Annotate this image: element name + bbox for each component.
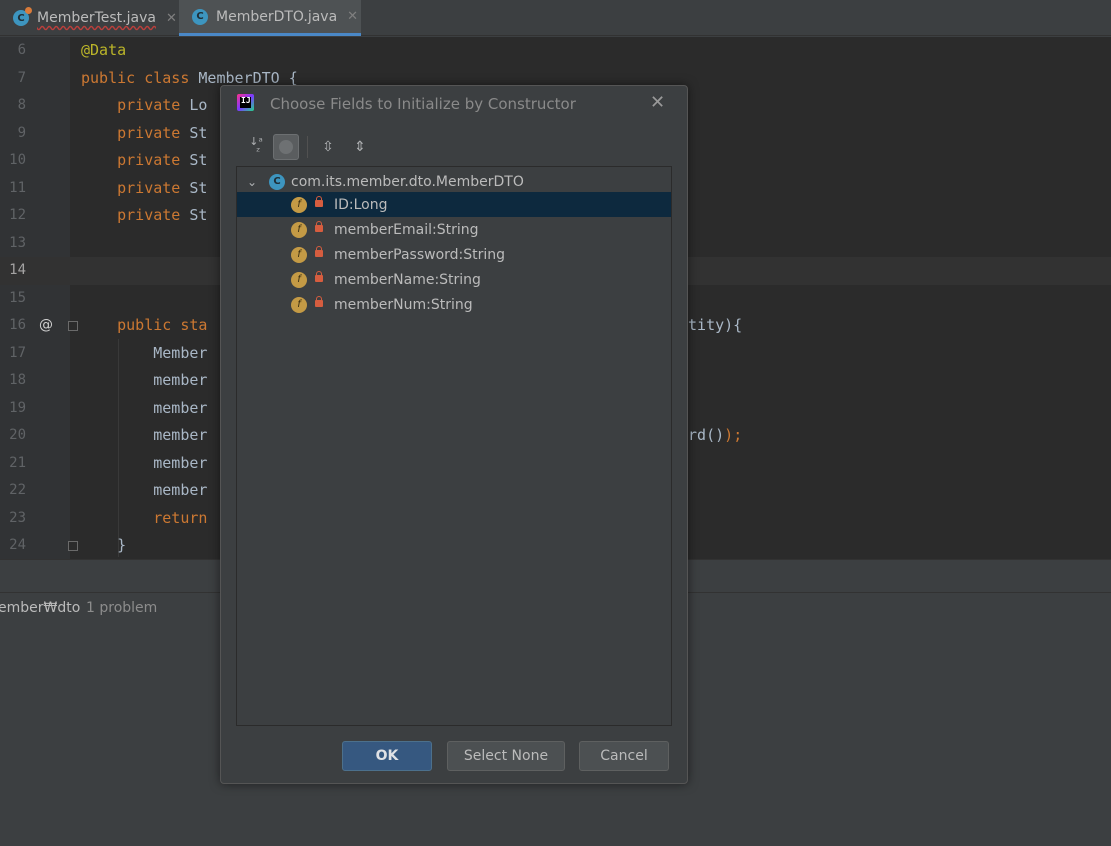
- intellij-logo-icon: IJ: [237, 94, 254, 111]
- lock-icon: [315, 271, 323, 282]
- field-item[interactable]: f ID:Long: [237, 192, 671, 217]
- expand-all-icon[interactable]: ⇳: [315, 134, 341, 160]
- fold-icon[interactable]: [68, 321, 78, 331]
- field-item[interactable]: f memberPassword:String: [237, 242, 671, 267]
- tab-member-test[interactable]: C MemberTest.java ✕: [0, 0, 178, 36]
- choose-fields-dialog: IJ Choose Fields to Initialize by Constr…: [220, 85, 688, 784]
- ok-button[interactable]: OK: [342, 741, 432, 771]
- tree-root-node[interactable]: ⌄ C com.its.member.dto.MemberDTO: [237, 169, 671, 194]
- field-icon: f: [291, 221, 307, 238]
- dialog-title: Choose Fields to Initialize by Construct…: [270, 95, 576, 113]
- problems-count: 1 problem: [86, 600, 158, 616]
- fields-tree[interactable]: ⌄ C com.its.member.dto.MemberDTO f ID:Lo…: [236, 166, 672, 726]
- lock-icon: [315, 246, 323, 257]
- editor-tab-bar: C MemberTest.java ✕ C MemberDTO.java ✕: [0, 0, 1111, 36]
- dialog-title-bar[interactable]: IJ Choose Fields to Initialize by Constr…: [221, 86, 687, 122]
- select-none-button[interactable]: Select None: [447, 741, 565, 771]
- code-line: 6 @Data: [17, 41, 127, 59]
- problems-path[interactable]: ember₩dto: [0, 600, 80, 616]
- lock-icon: [315, 196, 323, 207]
- tab-label: MemberDTO.java: [216, 8, 338, 25]
- field-icon: f: [291, 196, 307, 213]
- close-icon[interactable]: ✕: [347, 9, 358, 24]
- java-class-icon: C: [13, 7, 32, 26]
- java-class-icon: C: [192, 8, 208, 25]
- fold-end-icon[interactable]: [68, 541, 78, 551]
- close-icon[interactable]: ✕: [650, 92, 665, 113]
- lock-icon: [315, 296, 323, 307]
- field-item[interactable]: f memberNum:String: [237, 292, 671, 317]
- chevron-down-icon[interactable]: ⌄: [247, 175, 257, 189]
- field-icon: f: [291, 271, 307, 288]
- sort-alphabetically-icon[interactable]: ↓ᵃ ᶻ: [243, 134, 269, 160]
- field-item[interactable]: f memberName:String: [237, 267, 671, 292]
- collapse-all-icon[interactable]: ⇕: [347, 134, 373, 160]
- tab-label: MemberTest.java: [37, 10, 156, 26]
- tab-member-dto[interactable]: C MemberDTO.java ✕: [179, 0, 361, 36]
- dialog-toolbar: ↓ᵃ ᶻ ⇳ ⇕: [243, 132, 673, 164]
- cancel-button[interactable]: Cancel: [579, 741, 669, 771]
- field-icon: f: [291, 246, 307, 263]
- lock-icon: [315, 221, 323, 232]
- override-gutter-icon[interactable]: @: [39, 312, 53, 340]
- show-classes-icon[interactable]: [273, 134, 299, 160]
- field-icon: f: [291, 296, 307, 313]
- field-item[interactable]: f memberEmail:String: [237, 217, 671, 242]
- close-icon[interactable]: ✕: [166, 11, 177, 26]
- class-icon: C: [269, 173, 285, 190]
